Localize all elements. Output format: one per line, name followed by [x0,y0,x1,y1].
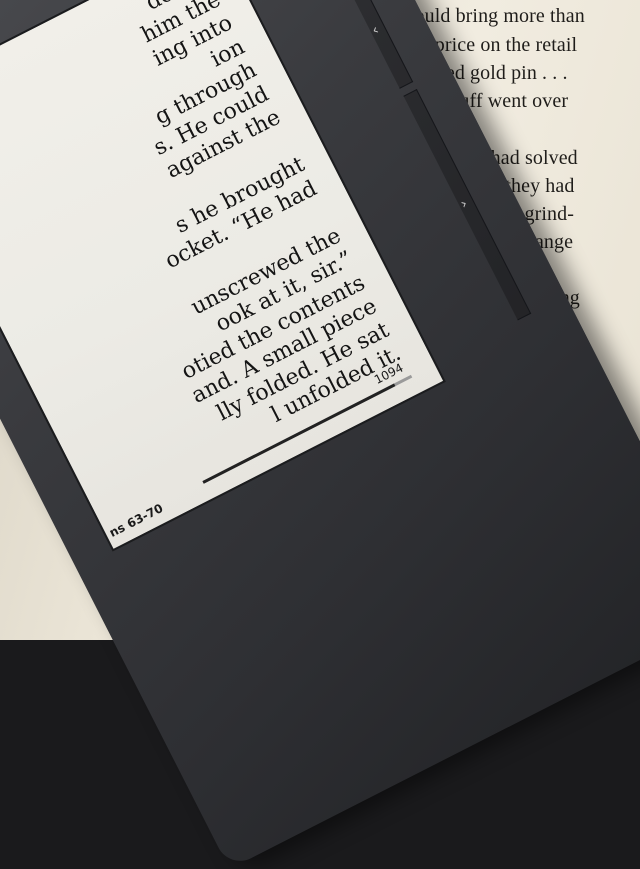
ereader-screen: de hishim theing intoiong throughs. He c… [0,0,446,552]
chevron-right-icon: › [457,195,471,213]
prev-page-button[interactable]: ‹ [344,0,414,89]
chevron-left-icon: ‹ [369,22,382,39]
chapter-location-label: ns 63-70 [107,500,166,540]
